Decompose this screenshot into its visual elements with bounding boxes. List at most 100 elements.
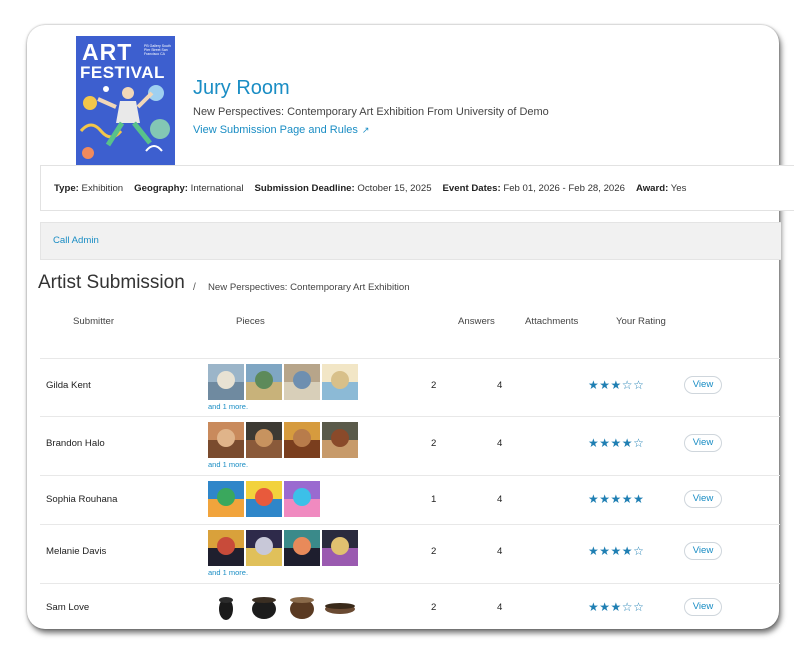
- piece-thumbnail[interactable]: [246, 589, 282, 625]
- table-row: Brandon Halo 2 4 and 1 more. ★★★★☆ View: [40, 416, 780, 475]
- star-filled-icon[interactable]: ★: [599, 492, 610, 506]
- answers-count: 2: [431, 438, 437, 449]
- piece-thumbnail[interactable]: [246, 481, 282, 517]
- answers-count: 2: [431, 546, 437, 557]
- poster-venue-text: PB Gallery South Pier Street San Francis…: [144, 44, 171, 56]
- star-filled-icon[interactable]: ★: [599, 544, 610, 558]
- table-row: Sam Love 2 4 ★★★☆☆ View: [40, 583, 780, 633]
- attachments-count: 4: [497, 380, 503, 391]
- star-filled-icon[interactable]: ★: [588, 378, 599, 392]
- more-pieces-link[interactable]: and 1 more.: [208, 402, 248, 411]
- star-filled-icon[interactable]: ★: [599, 436, 610, 450]
- rating-stars[interactable]: ★★★☆☆: [588, 600, 644, 614]
- piece-thumbnail[interactable]: [322, 364, 358, 400]
- call-admin-link[interactable]: Call Admin: [53, 235, 99, 246]
- pieces-thumbnails: [208, 422, 358, 458]
- piece-thumbnail[interactable]: [322, 589, 358, 625]
- star-filled-icon[interactable]: ★: [622, 436, 633, 450]
- exhibition-subtitle: New Perspectives: Contemporary Art Exhib…: [193, 106, 549, 118]
- piece-thumbnail[interactable]: [284, 422, 320, 458]
- star-filled-icon[interactable]: ★: [599, 600, 610, 614]
- star-filled-icon[interactable]: ★: [611, 492, 622, 506]
- star-filled-icon[interactable]: ★: [611, 378, 622, 392]
- piece-thumbnail[interactable]: [208, 364, 244, 400]
- star-filled-icon[interactable]: ★: [611, 600, 622, 614]
- piece-thumbnail[interactable]: [284, 530, 320, 566]
- star-empty-icon[interactable]: ☆: [622, 378, 633, 392]
- star-filled-icon[interactable]: ★: [611, 544, 622, 558]
- piece-thumbnail[interactable]: [208, 422, 244, 458]
- star-filled-icon[interactable]: ★: [599, 378, 610, 392]
- pieces-thumbnails: [208, 589, 358, 625]
- submitter-name: Melanie Davis: [46, 546, 107, 557]
- star-empty-icon[interactable]: ☆: [622, 600, 633, 614]
- submitter-name: Sophia Rouhana: [46, 494, 118, 505]
- event-poster: ART FESTIVAL PB Gallery South Pier Stree…: [76, 36, 175, 178]
- page-title: Jury Room: [193, 77, 290, 99]
- star-filled-icon[interactable]: ★: [633, 492, 644, 506]
- attachments-count: 4: [497, 602, 503, 613]
- answers-count: 2: [431, 602, 437, 613]
- answers-count: 2: [431, 380, 437, 391]
- rating-stars[interactable]: ★★★★☆: [588, 544, 644, 558]
- piece-thumbnail[interactable]: [246, 530, 282, 566]
- piece-thumbnail[interactable]: [284, 364, 320, 400]
- star-filled-icon[interactable]: ★: [611, 436, 622, 450]
- piece-thumbnail[interactable]: [208, 481, 244, 517]
- table-row: Sophia Rouhana 1 4 ★★★★★ View: [40, 475, 780, 524]
- table-row: Melanie Davis 2 4 and 1 more. ★★★★☆ View: [40, 524, 780, 583]
- piece-thumbnail[interactable]: [208, 589, 244, 625]
- rating-stars[interactable]: ★★★★★: [588, 492, 644, 506]
- view-button[interactable]: View: [684, 434, 722, 452]
- view-button[interactable]: View: [684, 490, 722, 508]
- attachments-count: 4: [497, 546, 503, 557]
- pieces-thumbnails: [208, 530, 358, 566]
- submitter-name: Gilda Kent: [46, 380, 91, 391]
- piece-thumbnail[interactable]: [284, 589, 320, 625]
- view-button[interactable]: View: [684, 376, 722, 394]
- info-geography: Geography: International: [134, 182, 244, 194]
- poster-title-art: ART: [82, 39, 133, 65]
- section-title: Artist Submission: [38, 272, 185, 293]
- pieces-thumbnails: [208, 481, 320, 517]
- info-deadline: Submission Deadline: October 15, 2025: [254, 182, 432, 194]
- star-filled-icon[interactable]: ★: [588, 544, 599, 558]
- piece-thumbnail[interactable]: [246, 422, 282, 458]
- star-empty-icon[interactable]: ☆: [633, 600, 644, 614]
- view-button[interactable]: View: [684, 598, 722, 616]
- piece-thumbnail[interactable]: [246, 364, 282, 400]
- piece-thumbnail[interactable]: [322, 530, 358, 566]
- pieces-thumbnails: [208, 364, 358, 400]
- breadcrumb-separator: /: [193, 282, 196, 293]
- table-row: Gilda Kent 2 4 and 1 more. ★★★☆☆ View: [40, 358, 780, 416]
- piece-thumbnail[interactable]: [322, 422, 358, 458]
- view-rules-label: View Submission Page and Rules: [193, 124, 358, 136]
- star-empty-icon[interactable]: ☆: [633, 436, 644, 450]
- star-filled-icon[interactable]: ★: [588, 492, 599, 506]
- event-info-bar: Type: Exhibition Geography: Internationa…: [40, 165, 794, 211]
- attachments-count: 4: [497, 494, 503, 505]
- column-header-rating: Your Rating: [616, 316, 666, 327]
- star-filled-icon[interactable]: ★: [588, 600, 599, 614]
- piece-thumbnail[interactable]: [284, 481, 320, 517]
- view-button[interactable]: View: [684, 542, 722, 560]
- info-type: Type: Exhibition: [54, 182, 124, 194]
- info-award: Award: Yes: [635, 182, 687, 194]
- rating-stars[interactable]: ★★★★☆: [588, 436, 644, 450]
- attachments-count: 4: [497, 438, 503, 449]
- breadcrumb: New Perspectives: Contemporary Art Exhib…: [208, 282, 410, 293]
- column-header-answers: Answers: [458, 316, 495, 327]
- star-filled-icon[interactable]: ★: [622, 492, 633, 506]
- piece-thumbnail[interactable]: [208, 530, 244, 566]
- column-header-pieces: Pieces: [236, 316, 265, 327]
- more-pieces-link[interactable]: and 1 more.: [208, 460, 248, 469]
- rating-stars[interactable]: ★★★☆☆: [588, 378, 644, 392]
- external-link-icon: ↗: [361, 125, 370, 135]
- star-empty-icon[interactable]: ☆: [633, 544, 644, 558]
- poster-artwork-icon: [79, 85, 170, 159]
- star-filled-icon[interactable]: ★: [588, 436, 599, 450]
- more-pieces-link[interactable]: and 1 more.: [208, 568, 248, 577]
- star-filled-icon[interactable]: ★: [622, 544, 633, 558]
- view-rules-link[interactable]: View Submission Page and Rules ↗: [193, 124, 369, 136]
- star-empty-icon[interactable]: ☆: [633, 378, 644, 392]
